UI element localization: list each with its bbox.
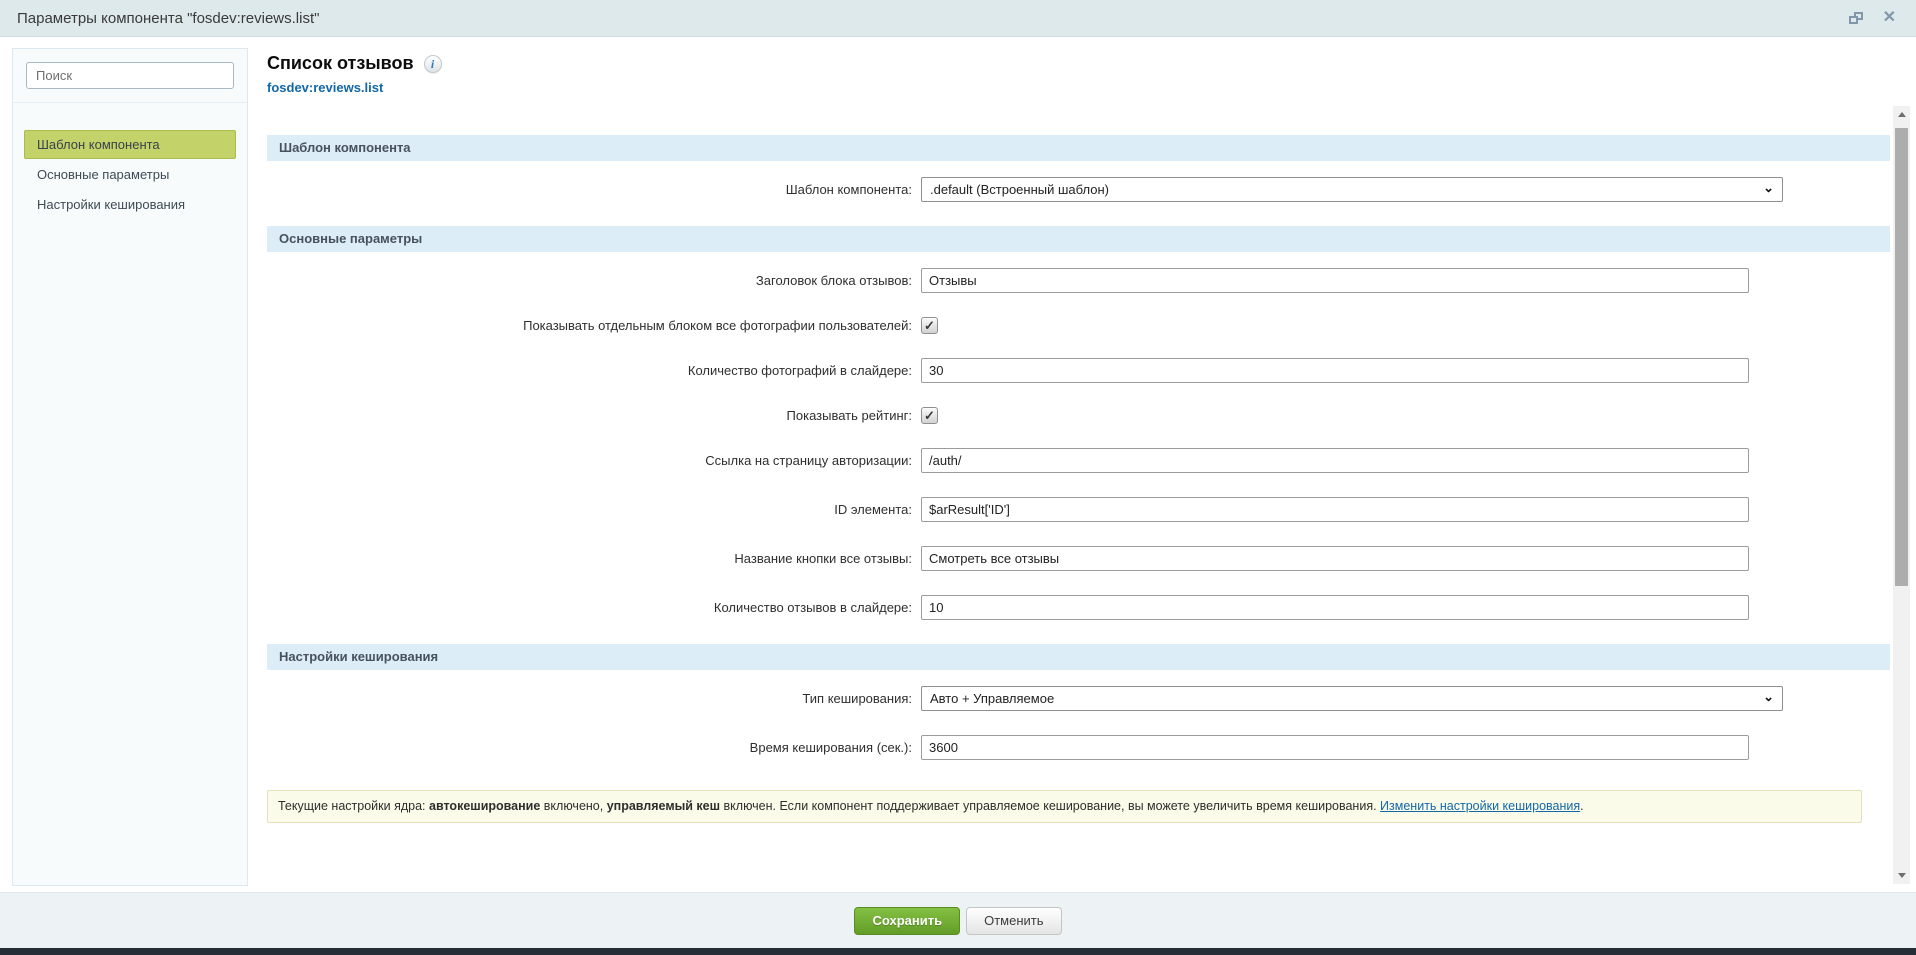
block-title-input[interactable] (921, 268, 1749, 293)
close-icon[interactable]: ✕ (1883, 10, 1896, 26)
element-id-label: ID элемента: (267, 502, 912, 517)
field-row-all-reviews-button: Название кнопки все отзывы: (267, 546, 1890, 571)
template-label: Шаблон компонента: (267, 182, 912, 197)
field-row-element-id: ID элемента: (267, 497, 1890, 522)
scroll-up-button[interactable] (1893, 106, 1910, 123)
block-title-label: Заголовок блока отзывов: (267, 273, 912, 288)
page-header: Список отзывов i fosdev:reviews.list (267, 37, 1890, 97)
show-rating-label: Показывать рейтинг: (267, 408, 912, 423)
scrollbar-thumb[interactable] (1895, 128, 1908, 586)
triangle-down-icon (1898, 873, 1906, 878)
notice-text: . (1580, 799, 1583, 813)
cache-type-select[interactable]: Авто + Управляемое ⌄ (921, 686, 1783, 711)
notice-text: включено, (540, 799, 606, 813)
checkmark-icon: ✓ (924, 409, 935, 422)
sidebar-item-cache-settings[interactable]: Настройки кеширования (24, 190, 236, 219)
search-input[interactable] (26, 62, 234, 89)
field-row-auth-link: Ссылка на страницу авторизации: (267, 448, 1890, 473)
component-parameters-dialog: Параметры компонента "fosdev:reviews.lis… (0, 0, 1916, 955)
cache-time-input[interactable] (921, 735, 1749, 760)
reviews-count-input[interactable] (921, 595, 1749, 620)
all-reviews-button-input[interactable] (921, 546, 1749, 571)
dialog-title: Параметры компонента "fosdev:reviews.lis… (17, 10, 319, 27)
restore-window-icon[interactable] (1849, 12, 1863, 24)
cache-type-label: Тип кеширования: (267, 691, 912, 706)
cache-type-select-value: Авто + Управляемое (930, 691, 1054, 706)
triangle-up-icon (1898, 112, 1906, 117)
field-row-show-photos: Показывать отдельным блоком все фотограф… (267, 317, 1890, 334)
chevron-down-icon: ⌄ (1763, 690, 1774, 703)
search-wrap (13, 49, 247, 89)
field-row-cache-type: Тип кеширования: Авто + Управляемое ⌄ (267, 686, 1890, 711)
sidebar-divider (13, 102, 247, 103)
bottom-border (0, 948, 1916, 955)
notice-text: включен. Если компонент поддерживает упр… (720, 799, 1380, 813)
checkmark-icon: ✓ (924, 319, 935, 332)
cache-notice: Текущие настройки ядра: автокеширование … (267, 790, 1862, 823)
reviews-count-label: Количество отзывов в слайдере: (267, 600, 912, 615)
show-rating-checkbox[interactable]: ✓ (921, 407, 938, 424)
sidebar-menu: Шаблон компонента Основные параметры Нас… (13, 130, 247, 219)
photos-count-input[interactable] (921, 358, 1749, 383)
auth-link-label: Ссылка на страницу авторизации: (267, 453, 912, 468)
chevron-down-icon: ⌄ (1763, 181, 1774, 194)
photos-count-label: Количество фотографий в слайдере: (267, 363, 912, 378)
section-main-params-header: Основные параметры (267, 226, 1890, 252)
page-title: Список отзывов (267, 53, 414, 74)
dialog-titlebar: Параметры компонента "fosdev:reviews.lis… (0, 0, 1916, 37)
field-row-reviews-count: Количество отзывов в слайдере: (267, 595, 1890, 620)
sidebar-item-main-params[interactable]: Основные параметры (24, 160, 236, 189)
cache-time-label: Время кеширования (сек.): (267, 740, 912, 755)
component-id-link[interactable]: fosdev:reviews.list (267, 80, 383, 95)
show-photos-label: Показывать отдельным блоком все фотограф… (267, 318, 912, 333)
info-icon[interactable]: i (424, 55, 442, 73)
field-row-block-title: Заголовок блока отзывов: (267, 268, 1890, 293)
parameters-content: Список отзывов i fosdev:reviews.list Шаб… (267, 37, 1890, 823)
notice-text: Текущие настройки ядра: (278, 799, 429, 813)
dialog-footer: Сохранить Отменить (0, 892, 1916, 948)
field-row-cache-time: Время кеширования (сек.): (267, 735, 1890, 760)
template-select-value: .default (Встроенный шаблон) (930, 182, 1109, 197)
all-reviews-button-label: Название кнопки все отзывы: (267, 551, 912, 566)
section-cache-header: Настройки кеширования (267, 644, 1890, 670)
vertical-scrollbar[interactable] (1893, 106, 1910, 884)
sidebar-item-template[interactable]: Шаблон компонента (24, 130, 236, 159)
auth-link-input[interactable] (921, 448, 1749, 473)
show-photos-checkbox[interactable]: ✓ (921, 317, 938, 334)
field-row-template: Шаблон компонента: .default (Встроенный … (267, 177, 1890, 202)
cancel-button[interactable]: Отменить (966, 907, 1061, 935)
change-cache-settings-link[interactable]: Изменить настройки кеширования (1380, 799, 1580, 813)
element-id-input[interactable] (921, 497, 1749, 522)
scroll-down-button[interactable] (1893, 867, 1910, 884)
window-controls: ✕ (1849, 10, 1896, 26)
settings-sidebar: Шаблон компонента Основные параметры Нас… (12, 48, 248, 886)
section-template-header: Шаблон компонента (267, 135, 1890, 161)
save-button[interactable]: Сохранить (854, 907, 960, 935)
notice-bold-autocache: автокеширование (429, 799, 540, 813)
field-row-show-rating: Показывать рейтинг: ✓ (267, 407, 1890, 424)
field-row-photos-count: Количество фотографий в слайдере: (267, 358, 1890, 383)
template-select[interactable]: .default (Встроенный шаблон) ⌄ (921, 177, 1783, 202)
notice-bold-managed-cache: управляемый кеш (607, 799, 720, 813)
